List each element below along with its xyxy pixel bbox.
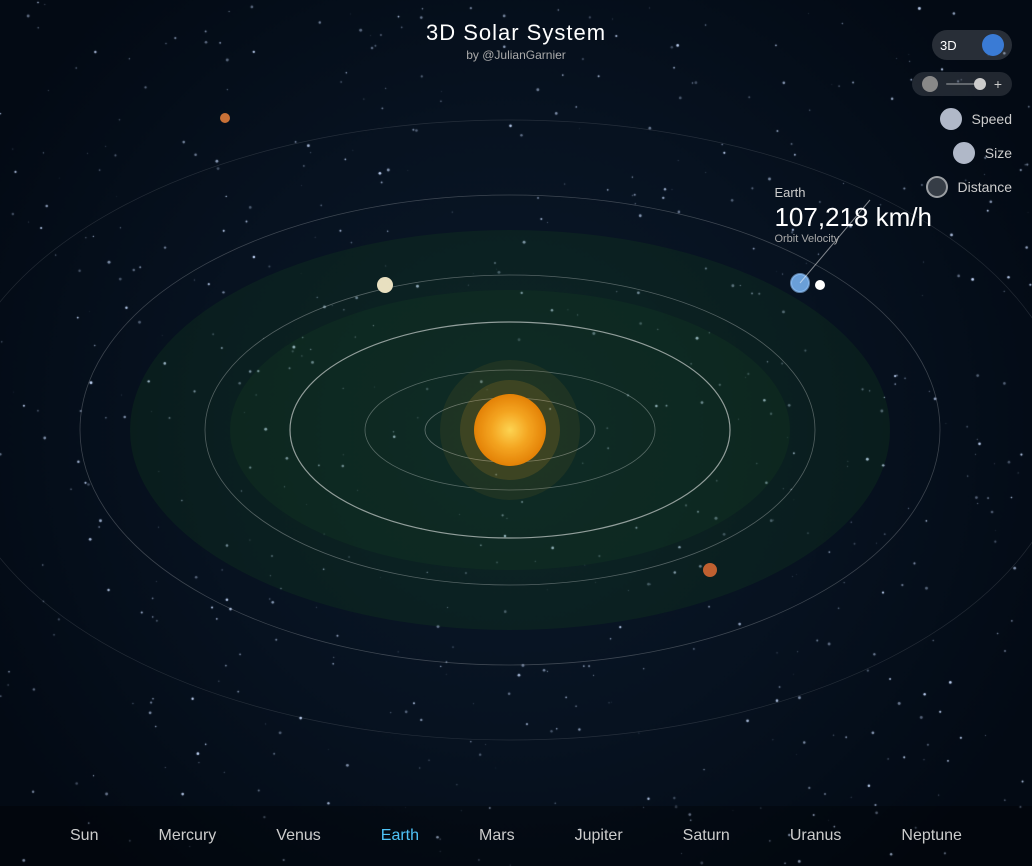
size-toggle[interactable]	[953, 142, 975, 164]
slider-dot	[922, 76, 938, 92]
planet-nav-jupiter[interactable]: Jupiter	[565, 819, 633, 853]
zoom-slider[interactable]: +	[912, 72, 1012, 96]
planet-nav-mercury[interactable]: Mercury	[148, 819, 226, 853]
size-label: Size	[985, 145, 1012, 161]
speed-toggle[interactable]	[940, 108, 962, 130]
toggle-3d-knob[interactable]	[982, 34, 1004, 56]
app-title: 3D Solar System	[426, 20, 606, 46]
app-subtitle: by @JulianGarnier	[426, 48, 606, 62]
planet-nav-venus[interactable]: Venus	[266, 819, 330, 853]
plus-label: +	[994, 76, 1002, 92]
earth-info-panel: Earth 107,218 km/h Orbit Velocity	[774, 185, 932, 245]
planet-nav-earth[interactable]: Earth	[371, 819, 429, 853]
size-control[interactable]: Size	[953, 142, 1012, 164]
toggle-3d-label: 3D	[940, 38, 957, 53]
planet-nav: Sun Mercury Venus Earth Mars Jupiter Saturn Ura…	[0, 806, 1032, 866]
orbit-velocity-label: Orbit Velocity	[774, 233, 932, 245]
controls-panel: 3D + Speed Size Distance	[912, 30, 1012, 198]
planet-nav-sun[interactable]: Sun	[60, 819, 108, 853]
distance-label: Distance	[958, 179, 1012, 195]
planet-nav-neptune[interactable]: Neptune	[891, 819, 972, 853]
toggle-3d[interactable]: 3D	[932, 30, 1012, 60]
speed-label: Speed	[972, 111, 1012, 127]
solar-system-svg	[0, 0, 1032, 866]
earth-velocity: 107,218 km/h	[774, 202, 932, 233]
earth-info-name: Earth	[774, 185, 932, 200]
distance-toggle[interactable]	[926, 176, 948, 198]
speed-control[interactable]: Speed	[940, 108, 1012, 130]
planet-nav-uranus[interactable]: Uranus	[780, 819, 852, 853]
planet-nav-saturn[interactable]: Saturn	[673, 819, 740, 853]
distance-control[interactable]: Distance	[926, 176, 1012, 198]
title-area: 3D Solar System by @JulianGarnier	[426, 20, 606, 62]
slider-track[interactable]	[946, 83, 986, 85]
planet-nav-mars[interactable]: Mars	[469, 819, 525, 853]
